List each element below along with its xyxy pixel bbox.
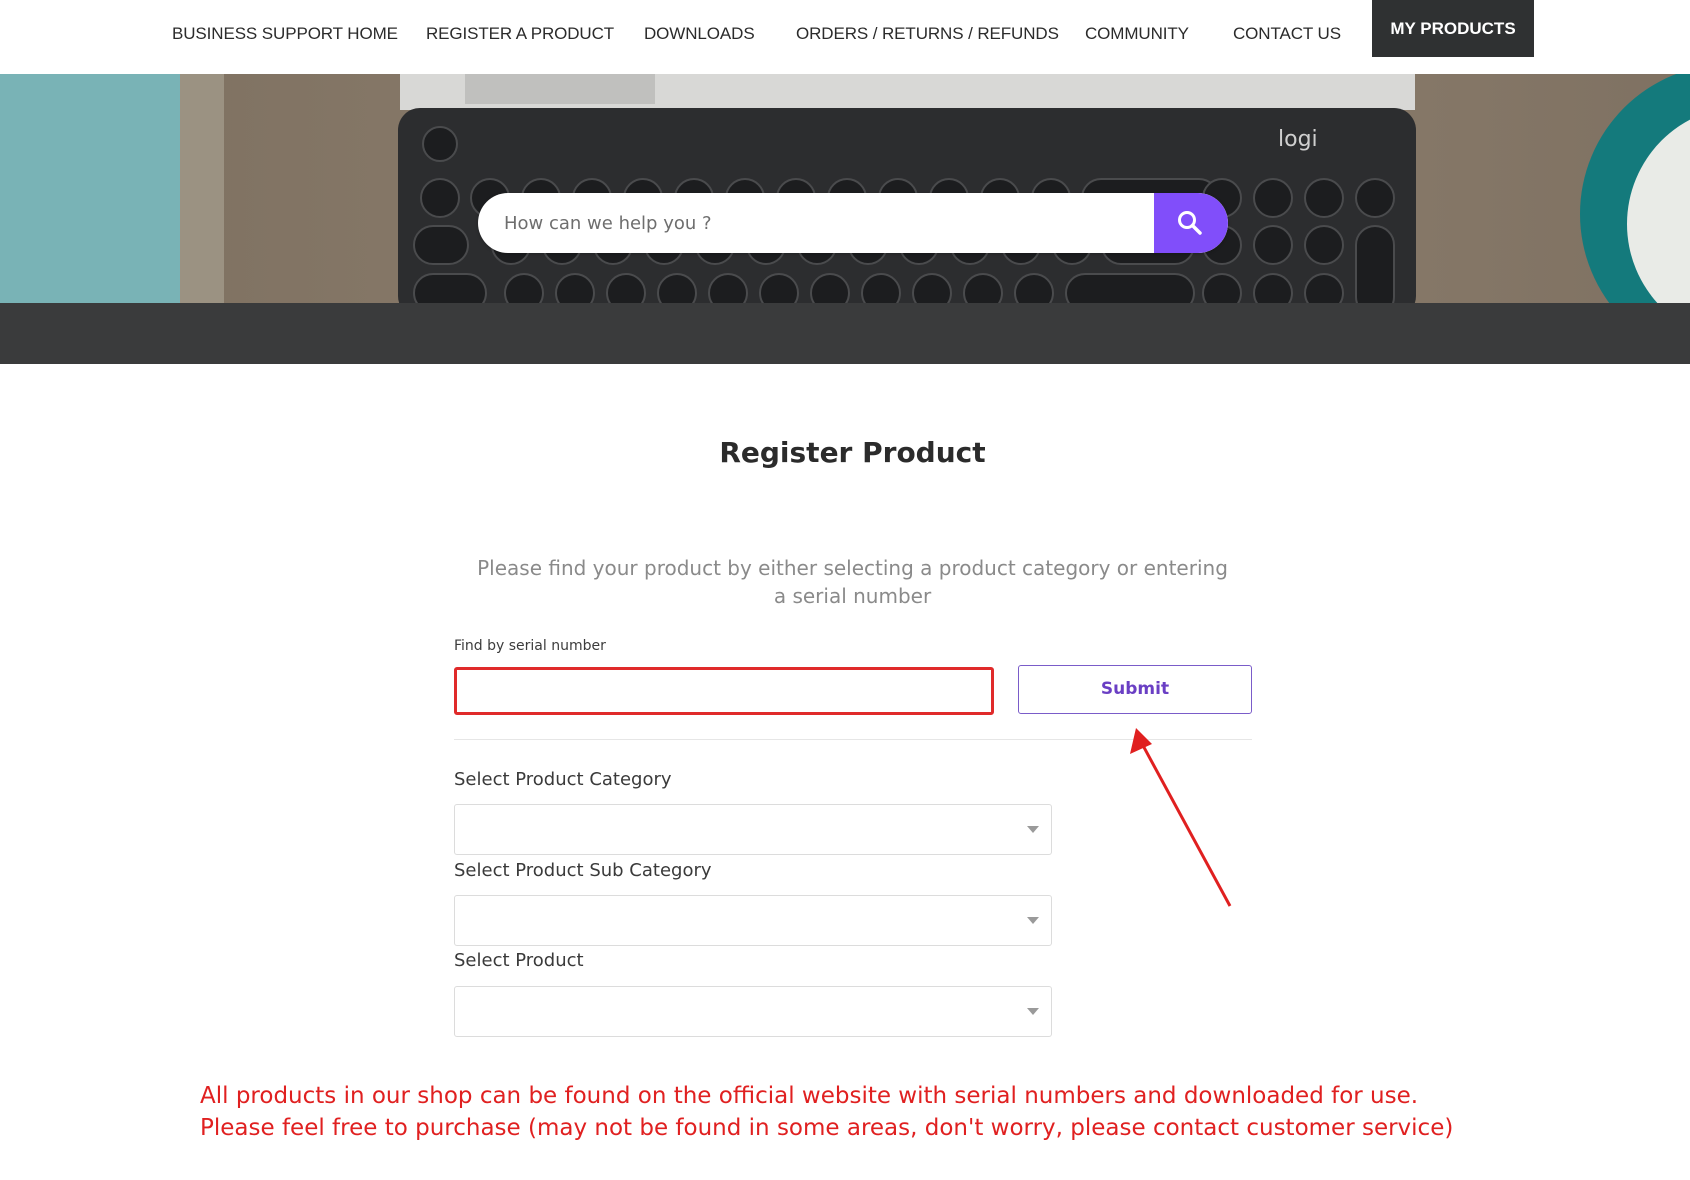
nav-orders-returns-refunds[interactable]: ORDERS / RETURNS / REFUNDS	[796, 24, 1059, 44]
annotation-arrow-icon	[1130, 728, 1232, 907]
annotation-note-line1: All products in our shop can be found on…	[200, 1083, 1419, 1109]
chevron-down-icon	[1027, 826, 1039, 833]
hero-banner: logi	[0, 74, 1690, 303]
serial-number-input[interactable]	[454, 667, 994, 715]
search-box	[478, 193, 1228, 253]
nav-register-a-product[interactable]: REGISTER A PRODUCT	[426, 24, 614, 44]
chevron-down-icon	[1027, 1008, 1039, 1015]
annotation-note: All products in our shop can be found on…	[200, 1080, 1520, 1144]
product-label: Select Product	[454, 950, 584, 971]
hero-dark-band	[0, 303, 1690, 364]
search-input[interactable]	[478, 193, 1152, 253]
search-button[interactable]	[1154, 193, 1228, 253]
product-subcategory-select[interactable]	[454, 895, 1052, 946]
logi-logo: logi	[1278, 127, 1318, 152]
hero-keyboard-image: logi	[0, 74, 1690, 303]
search-icon	[1178, 211, 1202, 235]
submit-button[interactable]: Submit	[1018, 665, 1252, 714]
product-select[interactable]	[454, 986, 1052, 1037]
my-products-button[interactable]: MY PRODUCTS	[1372, 0, 1534, 57]
intro-text: Please find your product by either selec…	[477, 556, 1228, 608]
annotation-note-line2: Please feel free to purchase (may not be…	[200, 1115, 1454, 1141]
serial-number-label: Find by serial number	[454, 638, 606, 654]
nav-contact-us[interactable]: CONTACT US	[1233, 24, 1341, 44]
nav-business-support-home[interactable]: BUSINESS SUPPORT HOME	[172, 24, 398, 44]
nav-downloads[interactable]: DOWNLOADS	[644, 24, 755, 44]
chevron-down-icon	[1027, 917, 1039, 924]
nav-community[interactable]: COMMUNITY	[1085, 24, 1189, 44]
product-subcategory-label: Select Product Sub Category	[454, 860, 712, 881]
product-category-label: Select Product Category	[454, 769, 672, 790]
top-nav: BUSINESS SUPPORT HOME REGISTER A PRODUCT…	[0, 0, 1690, 74]
page-title: Register Product	[719, 436, 986, 469]
product-category-select[interactable]	[454, 804, 1052, 855]
